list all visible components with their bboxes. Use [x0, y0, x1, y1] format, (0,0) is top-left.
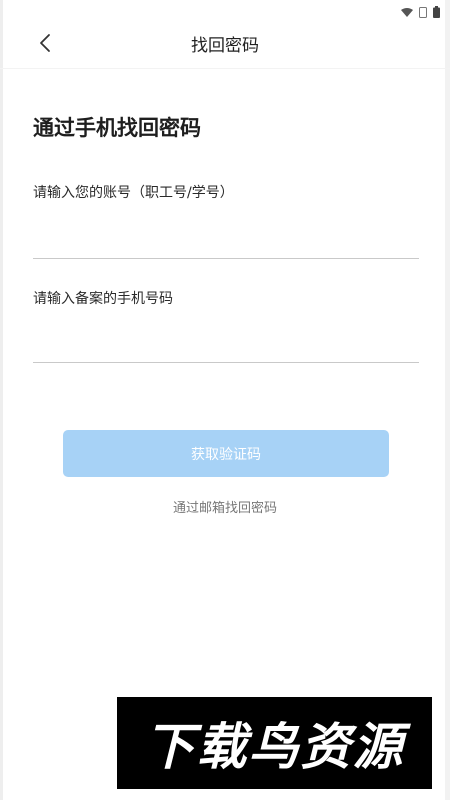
- screen: 找回密码 通过手机找回密码 请输入您的账号（职工号/学号） 请输入备案的手机号码…: [0, 0, 450, 800]
- right-edge: [445, 0, 450, 800]
- page-title: 找回密码: [191, 36, 259, 56]
- email-recovery-link[interactable]: 通过邮箱找回密码: [0, 497, 450, 516]
- account-input[interactable]: [33, 224, 419, 259]
- account-label: 请输入您的账号（职工号/学号）: [33, 185, 234, 201]
- watermark-text: 下载鸟资源: [144, 718, 405, 776]
- get-code-button[interactable]: 获取验证码: [63, 430, 389, 477]
- watermark: 下载鸟资源: [117, 697, 432, 789]
- header: 找回密码: [0, 18, 450, 69]
- phone-label: 请输入备案的手机号码: [33, 291, 173, 307]
- form-heading: 通过手机找回密码: [33, 116, 201, 140]
- phone-input[interactable]: [33, 328, 419, 363]
- left-edge: [0, 0, 3, 800]
- status-bar: [0, 0, 450, 18]
